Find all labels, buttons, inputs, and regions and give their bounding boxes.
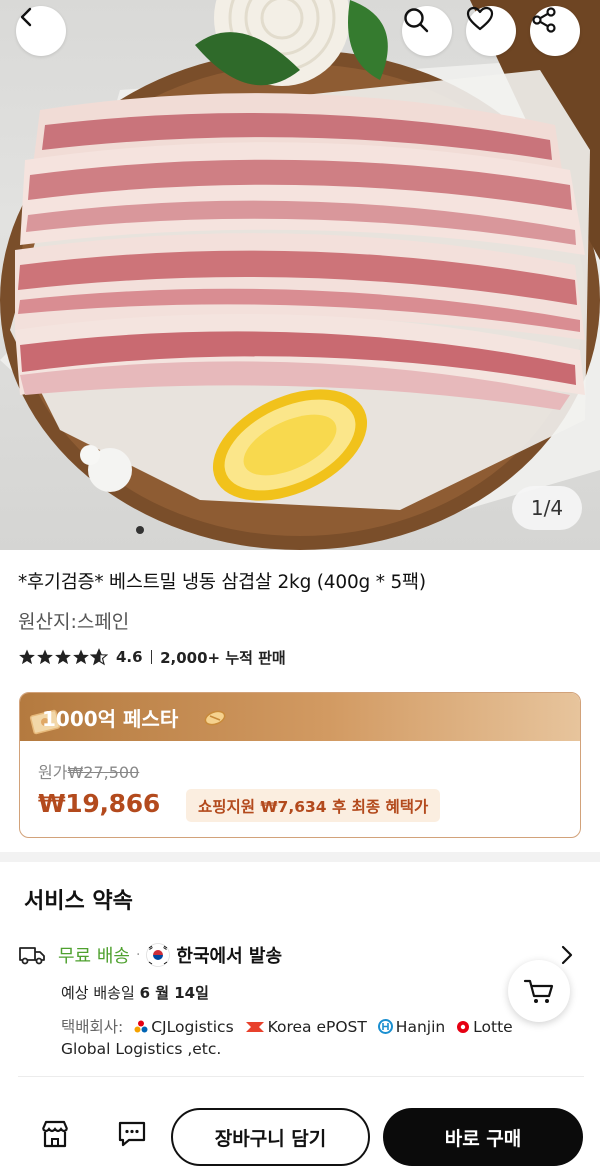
add-to-cart-button[interactable]: 장바구니 담기 bbox=[171, 1108, 370, 1166]
section-divider bbox=[0, 852, 600, 862]
image-counter: 1/4 bbox=[512, 486, 582, 530]
star-icon bbox=[73, 649, 89, 665]
korea-flag-icon bbox=[146, 943, 171, 967]
courier-label: 택배회사: bbox=[61, 1018, 124, 1036]
heart-icon bbox=[466, 6, 494, 31]
share-icon bbox=[532, 7, 556, 33]
rating-value: 4.6 bbox=[116, 648, 143, 666]
benefit-badge: 쇼핑지원 ₩7,634 후 최종 혜택가 bbox=[186, 789, 441, 822]
courier-list: 택배회사: CJLogistics Korea ePOST Hanjin Lot… bbox=[61, 1016, 541, 1060]
floating-cart-button[interactable] bbox=[508, 960, 570, 1022]
bottom-action-bar: 장바구니 담기 바로 구매 bbox=[0, 1090, 600, 1171]
korea-post-logo-icon bbox=[245, 1022, 264, 1032]
chat-button[interactable] bbox=[117, 1120, 147, 1152]
chat-icon bbox=[118, 1121, 146, 1147]
free-shipping-label: 무료 배송 bbox=[58, 946, 130, 967]
chevron-right-icon bbox=[561, 945, 573, 965]
lotte-logo-icon bbox=[457, 1021, 470, 1033]
cj-logo-icon bbox=[134, 1020, 148, 1033]
original-price-label: 원가 bbox=[38, 763, 68, 782]
search-button[interactable] bbox=[402, 6, 452, 56]
wishlist-button[interactable] bbox=[466, 6, 516, 56]
sales-count: 2,000+ 누적 판매 bbox=[160, 648, 286, 667]
share-button[interactable] bbox=[530, 6, 580, 56]
service-title: 서비스 약속 bbox=[24, 889, 133, 914]
courier-lotte: Lotte bbox=[473, 1018, 513, 1036]
coupon-icon bbox=[204, 710, 226, 726]
final-price: ₩19,866 bbox=[38, 789, 160, 818]
star-icon bbox=[19, 649, 35, 665]
chevron-left-icon bbox=[20, 7, 32, 27]
half-star-icon bbox=[90, 648, 108, 666]
rating-divider bbox=[150, 650, 153, 664]
eta-date: 6 월 14일 bbox=[139, 984, 209, 1002]
star-rating bbox=[18, 648, 108, 666]
store-icon bbox=[41, 1120, 69, 1148]
shipping-row[interactable]: 무료 배송 · 한국에서 발송 bbox=[18, 938, 584, 972]
original-price-row: 원가₩27,500 bbox=[38, 759, 139, 783]
courier-cj: CJLogistics bbox=[151, 1018, 234, 1036]
separator-dot: · bbox=[135, 947, 141, 963]
search-icon bbox=[404, 8, 429, 33]
star-icon bbox=[55, 649, 71, 665]
festival-banner: 1000억 페스타 bbox=[20, 693, 580, 741]
estimated-delivery: 예상 배송일 6 월 14일 bbox=[61, 982, 209, 1003]
truck-icon bbox=[19, 947, 45, 965]
buy-now-button[interactable]: 바로 구매 bbox=[383, 1108, 583, 1166]
back-button[interactable] bbox=[16, 6, 66, 56]
ship-from-label: 한국에서 발송 bbox=[176, 946, 283, 967]
original-price: ₩27,500 bbox=[67, 763, 140, 782]
festival-title: 1000억 페스타 bbox=[42, 707, 179, 731]
star-icon bbox=[37, 649, 53, 665]
store-button[interactable] bbox=[40, 1120, 70, 1152]
product-title: *후기검증* 베스트밀 냉동 삼겹살 2kg (400g * 5팩) bbox=[18, 572, 426, 593]
cart-icon bbox=[523, 979, 554, 1003]
courier-korea-post: Korea ePOST bbox=[267, 1018, 367, 1036]
eta-label: 예상 배송일 bbox=[61, 984, 135, 1002]
courier-hanjin: Hanjin bbox=[395, 1018, 446, 1036]
hanjin-logo-icon bbox=[377, 1019, 393, 1034]
price-card: 1000억 페스타 원가₩27,500 ₩19,866 쇼핑지원 ₩7,634 … bbox=[19, 692, 581, 838]
row-divider bbox=[18, 1076, 584, 1077]
rating-row[interactable]: 4.6 2,000+ 누적 판매 bbox=[18, 645, 286, 669]
courier-tail: Global Logistics ,etc. bbox=[61, 1040, 222, 1058]
pork-belly-photo bbox=[0, 0, 600, 550]
product-image-gallery[interactable]: 1/4 bbox=[0, 0, 600, 550]
product-origin: 원산지:스페인 bbox=[18, 611, 130, 633]
